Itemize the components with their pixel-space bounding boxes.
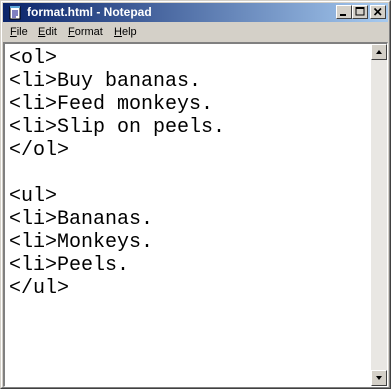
- editor-line: <li>Monkeys.: [9, 231, 154, 254]
- maximize-button[interactable]: [352, 5, 368, 19]
- editor-line: <ul>: [9, 185, 58, 208]
- notepad-window: format.html - Notepad File Edit Format H…: [0, 0, 391, 389]
- minimize-icon: [340, 14, 346, 16]
- text-editor[interactable]: <ol> <li>Buy bananas. <li>Feed monkeys. …: [3, 42, 388, 387]
- close-button[interactable]: [370, 5, 386, 19]
- editor-line: <li>Peels.: [9, 254, 130, 277]
- close-icon: [373, 7, 382, 16]
- editor-line: </ol>: [9, 139, 70, 162]
- text-area[interactable]: <ol> <li>Buy bananas. <li>Feed monkeys. …: [5, 44, 370, 386]
- maximize-icon: [355, 7, 365, 16]
- window-title: format.html - Notepad: [27, 5, 152, 19]
- scroll-down-arrow-icon: [376, 376, 382, 380]
- editor-line: <li>Slip on peels.: [9, 116, 226, 139]
- menu-format[interactable]: Format: [68, 26, 103, 39]
- title-bar[interactable]: format.html - Notepad: [3, 3, 388, 22]
- editor-line: <li>Feed monkeys.: [9, 93, 214, 116]
- editor-line: </ul>: [9, 277, 70, 300]
- editor-line: <li>Bananas.: [9, 208, 154, 231]
- menu-bar: File Edit Format Help: [3, 23, 388, 42]
- scroll-up-button[interactable]: [371, 44, 387, 60]
- scroll-up-arrow-icon: [376, 50, 382, 54]
- editor-line: <li>Buy bananas.: [9, 70, 202, 93]
- notepad-icon[interactable]: [7, 5, 23, 20]
- menu-file[interactable]: File: [10, 26, 28, 39]
- editor-line: <ol>: [9, 47, 58, 70]
- scroll-down-button[interactable]: [371, 370, 387, 386]
- menu-help[interactable]: Help: [114, 26, 137, 39]
- menu-edit[interactable]: Edit: [38, 26, 57, 39]
- vertical-scrollbar[interactable]: [371, 44, 387, 386]
- minimize-button[interactable]: [336, 5, 352, 19]
- editor-content[interactable]: <ol> <li>Buy bananas. <li>Feed monkeys. …: [9, 47, 225, 300]
